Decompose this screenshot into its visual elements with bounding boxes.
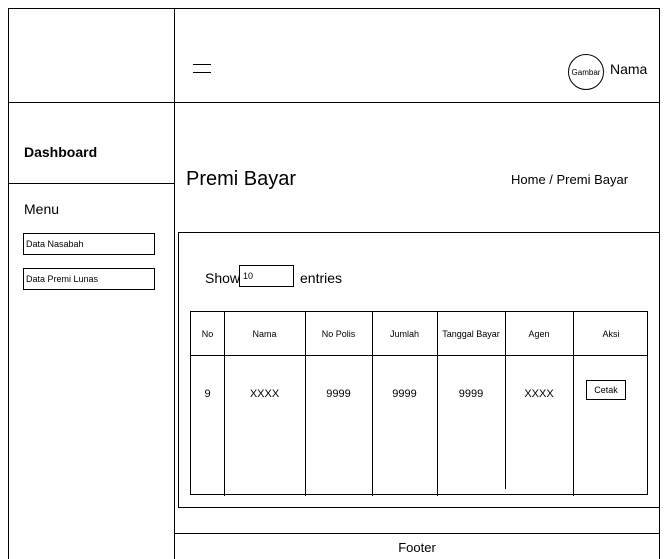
header-divider: [8, 102, 660, 103]
page-title: Premi Bayar: [186, 168, 297, 190]
footer: Footer: [398, 540, 436, 555]
user-name[interactable]: Nama: [610, 61, 647, 77]
sidebar-menu-heading: Menu: [24, 201, 60, 217]
footer-divider: [174, 533, 660, 534]
cell-nama: XXXX: [249, 388, 280, 400]
dashboard-divider: [8, 183, 175, 184]
entries-select[interactable]: 10: [239, 265, 294, 287]
column-header-jumlah: Jumlah: [389, 328, 419, 339]
cell-no: 9: [204, 388, 211, 400]
sidebar-item-data-nasabah[interactable]: Data Nasabah: [23, 233, 155, 255]
column-header-agen: Agen: [528, 328, 550, 339]
avatar[interactable]: Gambar: [568, 54, 604, 90]
header-row-divider: [191, 355, 647, 356]
cell-tanggal-bayar: 9999: [458, 388, 484, 400]
hamburger-menu-icon[interactable]: [193, 64, 211, 73]
sidebar-divider: [174, 8, 175, 559]
sidebar-dashboard[interactable]: Dashboard: [24, 144, 97, 160]
premi-bayar-table: No Nama No Polis Jumlah Tanggal Bayar Ag…: [190, 311, 648, 496]
column-header-no: No: [201, 328, 214, 339]
sidebar-item-data-premi-lunas[interactable]: Data Premi Lunas: [23, 268, 155, 290]
show-label: Show: [205, 270, 241, 286]
column-header-aksi: Aksi: [602, 328, 620, 339]
breadcrumb[interactable]: Home / Premi Bayar: [511, 172, 628, 187]
cell-jumlah: 9999: [392, 388, 417, 400]
cetak-button[interactable]: Cetak: [586, 380, 626, 400]
column-header-tanggal-bayar: Tanggal Bayar: [442, 328, 500, 339]
cell-agen: XXXX: [524, 388, 554, 400]
column-header-nama: Nama: [252, 328, 277, 339]
column-header-no-polis: No Polis: [321, 328, 356, 339]
cell-no-polis: 9999: [326, 388, 351, 400]
entries-label: entries: [300, 270, 343, 286]
